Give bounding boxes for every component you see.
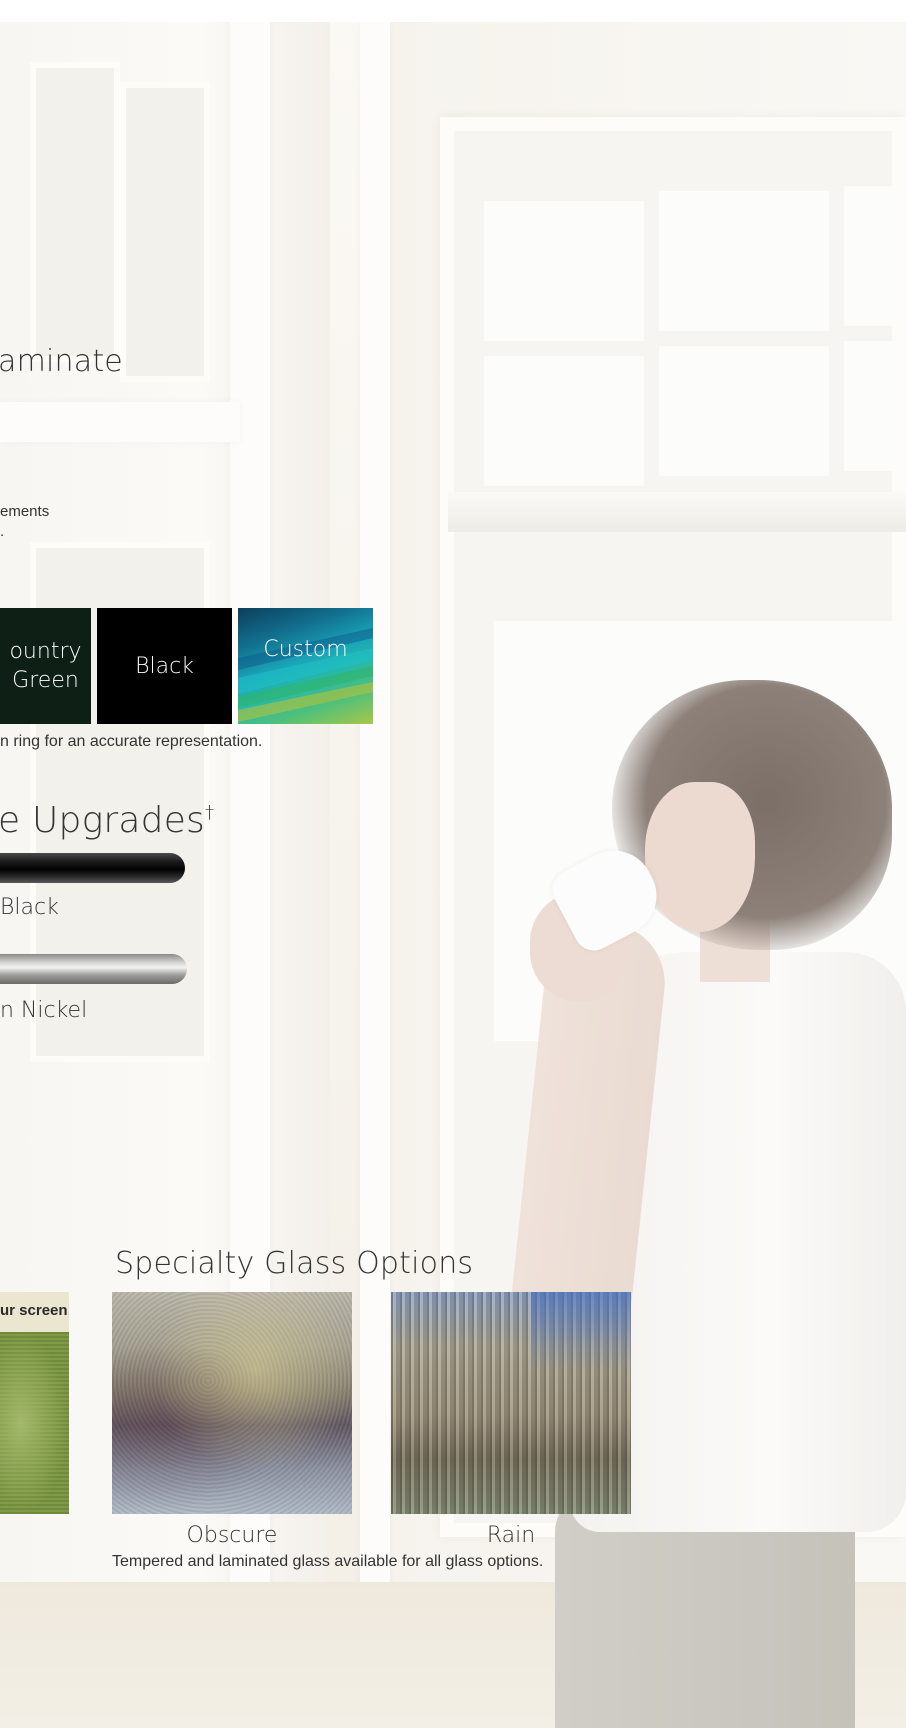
screen-image: ur screen! [0, 1292, 69, 1514]
swatch-custom[interactable]: Custom [238, 608, 373, 724]
hardware-option-label: n Nickel [0, 998, 88, 1023]
color-disclaimer: n ring for an accurate representation. [0, 733, 263, 750]
hardware-upgrades-heading: e Upgrades† [0, 800, 214, 841]
laminate-heading: aminate [0, 344, 123, 379]
swatch-label: Custom [263, 636, 348, 662]
laminate-note-line: . [0, 523, 5, 540]
hardware-heading-text: e Upgrades [0, 800, 206, 841]
person-face [645, 782, 755, 932]
glass-obscure-sample[interactable] [112, 1292, 352, 1514]
glass-rain-sample[interactable] [391, 1292, 631, 1514]
bay-window-pane [120, 82, 210, 382]
screen-banner-text: ur screen! [0, 1302, 69, 1319]
window-pane [659, 191, 829, 331]
window-pane [659, 346, 829, 476]
hardware-option-label: Black [0, 895, 59, 920]
swatch-black[interactable]: Black [97, 608, 232, 724]
window-post [360, 22, 390, 1728]
bay-window-sill [0, 402, 240, 442]
laminate-note-line: ements [0, 503, 50, 520]
window-pane [844, 341, 904, 471]
hardware-nickel-rod [0, 954, 187, 984]
dagger-mark: † [205, 802, 215, 823]
screen-mesh [0, 1332, 69, 1514]
obscure-texture [112, 1292, 352, 1514]
swatch-country-green[interactable]: ountry Green [0, 608, 91, 724]
window-sill [448, 492, 906, 532]
custom-color-fan-icon [238, 628, 373, 722]
glass-note: Tempered and laminated glass available f… [112, 1553, 544, 1570]
specialty-glass-heading: Specialty Glass Options [115, 1246, 474, 1281]
swatch-label: ountry Green [9, 639, 82, 693]
glass-option-label: Rain [486, 1523, 536, 1548]
rain-sky [531, 1292, 631, 1372]
bay-window-pane [30, 62, 120, 362]
glass-option-label: Obscure [186, 1523, 278, 1548]
window-pane [484, 201, 644, 341]
window-pane [484, 356, 644, 486]
hardware-black-rod [0, 853, 185, 883]
window-pane [844, 186, 904, 326]
swatch-label: Black [135, 653, 194, 679]
